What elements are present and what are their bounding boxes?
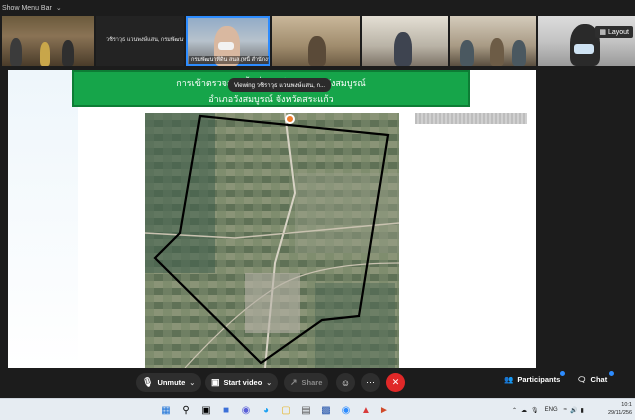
chevron-down-icon: ⌄ (55, 5, 62, 12)
participant-figure (10, 38, 22, 66)
participant-figure (40, 42, 50, 66)
cloud-icon[interactable]: ☁ (521, 407, 527, 414)
unmute-label: Unmute (157, 378, 186, 387)
shared-screen: การเข้าตรวจสอบพื้นที่แปลงใหญ่ ตำบลวังสมบ… (8, 70, 536, 368)
participant-figure (62, 40, 74, 66)
file-explorer-icon[interactable]: ▢ (278, 402, 294, 418)
participant-figure (308, 36, 326, 66)
participant-figure (394, 32, 412, 66)
face-mask (574, 44, 594, 54)
participant-thumbnail[interactable] (272, 16, 360, 66)
share-button[interactable]: ↗ Share (284, 373, 329, 392)
chat-button[interactable]: 🗨 Chat (577, 375, 607, 384)
windows-start-icon[interactable]: ▦ (158, 402, 174, 418)
slide-placeholder-bar (415, 113, 527, 124)
participant-figure (490, 38, 504, 66)
menu-bar-toggle[interactable]: Show Menu Bar ⌄ (0, 0, 635, 16)
slide-background (8, 70, 78, 368)
wifi-icon[interactable]: ≈ (564, 407, 567, 413)
zoom-app-icon[interactable]: ◉ (338, 402, 354, 418)
clock-date: 29/11/256 (607, 410, 632, 416)
menu-bar-label: Show Menu Bar (2, 4, 52, 12)
participants-label: Participants (517, 375, 561, 384)
windows-taskbar: ▦ ⚲ ▣ ■ ◉ ◕ ▢ ▤ ▩ ◉ ▲ ► ⌃ ☁ 🎙 ENG ≈ 🔊 ▮ … (0, 398, 635, 420)
layout-button[interactable]: ▦ Layout (595, 26, 633, 38)
participant-thumbnail[interactable] (362, 16, 448, 66)
leave-button[interactable]: ✕ (386, 373, 405, 392)
language-indicator[interactable]: ENG (545, 407, 558, 413)
face-mask (218, 42, 234, 50)
store-icon[interactable]: ▤ (298, 402, 314, 418)
participant-thumbnail[interactable] (538, 16, 635, 66)
satellite-map-image (145, 113, 399, 368)
smiley-icon: ☺ (340, 377, 351, 388)
microphone-muted-icon: 🎙 (142, 377, 154, 387)
share-screen-icon: ↗ (290, 377, 298, 387)
share-label: Share (301, 378, 323, 387)
start-video-button[interactable]: ▣ Start video ⌄ (205, 373, 279, 392)
participant-name: วชิราวุธ แวนพงษ์แสน, กรมพัฒนาที่... (106, 37, 184, 43)
participants-button[interactable]: 👥 Participants (504, 375, 560, 384)
participant-thumbnail[interactable] (450, 16, 536, 66)
participant-thumbnail-strip: วชิราวุธ แวนพงษ์แสน, กรมพัฒนาที่... กรมพ… (0, 16, 635, 66)
participant-figure (512, 40, 526, 66)
viewing-tooltip-label: Viewing วชิราวุธ แวนพงษ์แสน, ก... (234, 83, 326, 89)
chat-label: Chat (590, 375, 608, 384)
participants-notification-dot (560, 371, 565, 376)
task-view-icon[interactable]: ▣ (198, 402, 214, 418)
battery-icon[interactable]: ▮ (580, 407, 583, 414)
teams-chat-icon[interactable]: ◉ (238, 402, 254, 418)
widgets-icon[interactable]: ■ (218, 402, 234, 418)
chat-bubble-icon: 🗨 (577, 375, 587, 384)
start-video-label: Start video (223, 378, 263, 387)
participants-icon: 👥 (504, 375, 514, 384)
layout-grid-icon: ▦ (599, 29, 606, 36)
edge-browser-icon[interactable]: ◕ (258, 402, 274, 418)
chevron-up-icon[interactable]: ⌃ (512, 407, 517, 414)
map-pin-icon (285, 114, 295, 124)
chat-notification-dot (609, 371, 614, 376)
active-speaker-thumbnail[interactable]: กรมพัฒนาที่ดิน สนล.(หนี้ สำนักงาน (186, 16, 270, 66)
more-dots-icon: ⋯ (366, 377, 375, 387)
system-tray: ⌃ ☁ 🎙 ENG ≈ 🔊 ▮ (512, 399, 584, 420)
chevron-down-icon[interactable]: ⌄ (189, 379, 195, 387)
participant-thumbnail[interactable] (2, 16, 94, 66)
reactions-button[interactable]: ☺ (336, 373, 355, 392)
microphone-icon[interactable]: 🎙 (531, 407, 539, 414)
participant-thumbnail[interactable]: วชิราวุธ แวนพงษ์แสน, กรมพัฒนาที่... (96, 16, 184, 66)
chevron-down-icon[interactable]: ⌄ (266, 379, 272, 387)
search-icon[interactable]: ⚲ (178, 402, 194, 418)
word-icon[interactable]: ▩ (318, 402, 334, 418)
pdf-reader-icon[interactable]: ▲ (358, 402, 374, 418)
close-icon: ✕ (391, 377, 400, 387)
more-button[interactable]: ⋯ (361, 373, 380, 392)
slide-title-line2: อำเภอวังสมบูรณ์ จังหวัดสระแก้ว (208, 95, 334, 105)
layout-label: Layout (607, 28, 629, 36)
unmute-button[interactable]: 🎙 Unmute ⌄ (136, 373, 202, 392)
speaker-icon[interactable]: 🔊 (570, 407, 577, 414)
meeting-controls: 🎙 Unmute ⌄ ▣ Start video ⌄ ↗ Share ☺ ⋯ ✕… (0, 368, 635, 398)
viewing-tooltip[interactable]: Viewing วชิราวุธ แวนพงษ์แสน, ก... (228, 78, 332, 92)
clock[interactable]: 10:1 29/11/256 (608, 401, 632, 417)
participant-name: กรมพัฒนาที่ดิน สนล.(หนี้ สำนักงาน (189, 56, 269, 64)
clock-time: 10:1 (621, 402, 632, 408)
zoom-meeting-window: { "menubar": { "label": "Show Menu Bar" … (0, 0, 635, 420)
powerpoint-icon[interactable]: ► (376, 402, 392, 418)
participant-figure (460, 40, 474, 66)
video-off-icon: ▣ (211, 377, 220, 387)
